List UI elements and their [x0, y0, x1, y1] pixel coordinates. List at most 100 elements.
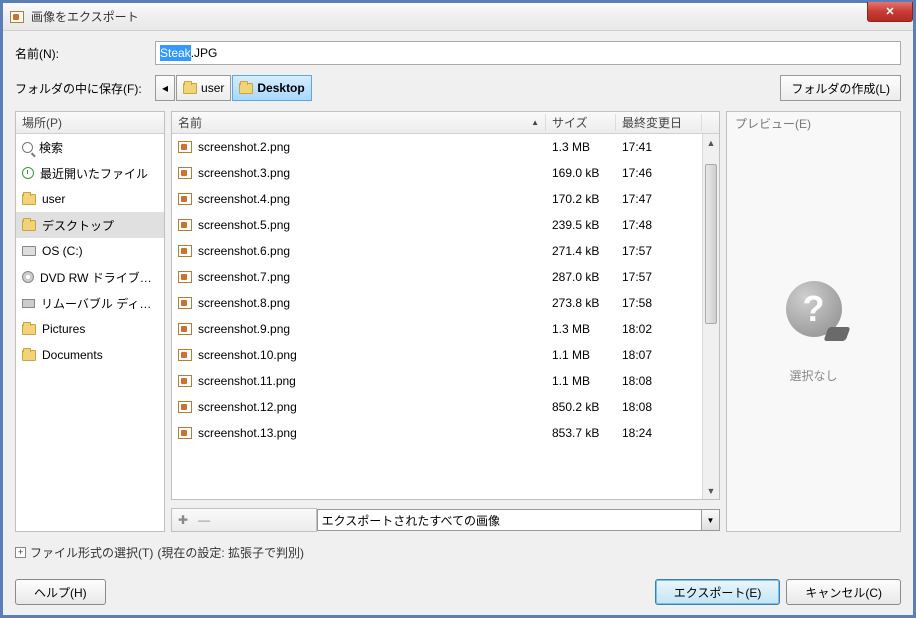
path-crumb-desktop[interactable]: Desktop	[232, 75, 311, 101]
sort-ascending-icon: ▲	[531, 118, 539, 127]
save-in-label: フォルダの中に保存(F):	[15, 80, 155, 97]
file-type-filter[interactable]: エクスポートされたすべての画像 ▼	[317, 509, 720, 531]
save-in-row: フォルダの中に保存(F): ◂ userDesktop フォルダの作成(L)	[15, 75, 901, 101]
file-size: 287.0 kB	[546, 270, 616, 284]
titlebar[interactable]: 画像をエクスポート ✕	[3, 3, 913, 31]
file-row[interactable]: screenshot.8.png273.8 kB17:58	[172, 290, 702, 316]
search-icon	[22, 142, 33, 153]
column-modified[interactable]: 最終変更日	[616, 114, 702, 131]
file-row[interactable]: screenshot.6.png271.4 kB17:57	[172, 238, 702, 264]
cancel-button[interactable]: キャンセル(C)	[786, 579, 901, 605]
place-item[interactable]: リムーバブル ディ…	[16, 290, 164, 316]
place-item[interactable]: 検索	[16, 134, 164, 160]
file-row[interactable]: screenshot.3.png169.0 kB17:46	[172, 160, 702, 186]
path-back-button[interactable]: ◂	[155, 75, 175, 101]
place-label: Pictures	[42, 322, 85, 336]
file-name: screenshot.2.png	[198, 140, 290, 154]
file-date: 18:08	[616, 374, 702, 388]
file-format-row[interactable]: + ファイル形式の選択(T) (現在の設定: 拡張子で判別)	[15, 544, 901, 561]
place-item[interactable]: user	[16, 186, 164, 212]
image-file-icon	[178, 349, 192, 361]
file-row[interactable]: screenshot.10.png1.1 MB18:07	[172, 342, 702, 368]
export-button[interactable]: エクスポート(E)	[655, 579, 781, 605]
image-file-icon	[178, 167, 192, 179]
column-name[interactable]: 名前 ▲	[172, 114, 546, 131]
chevron-left-icon: ◂	[162, 81, 168, 95]
scroll-up-icon[interactable]: ▲	[703, 134, 719, 151]
scroll-thumb[interactable]	[705, 164, 717, 324]
usb-icon	[22, 299, 35, 308]
remove-place-button[interactable]: —	[198, 513, 210, 527]
file-row[interactable]: screenshot.12.png850.2 kB18:08	[172, 394, 702, 420]
preview-body: ? 選択なし	[727, 134, 900, 531]
folder-icon	[22, 324, 36, 335]
expander-icon[interactable]: +	[15, 547, 26, 558]
file-format-current: (現在の設定: 拡張子で判別)	[157, 544, 304, 561]
folder-icon	[22, 220, 36, 231]
clock-icon	[22, 167, 34, 179]
help-button[interactable]: ヘルプ(H)	[15, 579, 106, 605]
place-item[interactable]: Pictures	[16, 316, 164, 342]
image-file-icon	[178, 427, 192, 439]
file-row[interactable]: screenshot.7.png287.0 kB17:57	[172, 264, 702, 290]
file-name: screenshot.8.png	[198, 296, 290, 310]
image-file-icon	[178, 375, 192, 387]
file-date: 17:57	[616, 270, 702, 284]
file-name: screenshot.9.png	[198, 322, 290, 336]
place-item[interactable]: Documents	[16, 342, 164, 368]
vertical-scrollbar[interactable]: ▲ ▼	[702, 134, 719, 499]
file-date: 17:57	[616, 244, 702, 258]
export-dialog: 画像をエクスポート ✕ 名前(N): Steak.JPG フォルダの中に保存(F…	[2, 2, 914, 616]
image-file-icon	[178, 193, 192, 205]
place-label: Documents	[42, 348, 103, 362]
file-row[interactable]: screenshot.13.png853.7 kB18:24	[172, 420, 702, 446]
add-place-button[interactable]: ✚	[178, 513, 188, 527]
scroll-down-icon[interactable]: ▼	[703, 482, 719, 499]
filename-selection: Steak	[160, 45, 191, 61]
places-header[interactable]: 場所(P)	[16, 112, 164, 134]
file-date: 18:07	[616, 348, 702, 362]
place-label: リムーバブル ディ…	[41, 295, 151, 312]
file-row[interactable]: screenshot.9.png1.3 MB18:02	[172, 316, 702, 342]
file-list: 名前 ▲ サイズ 最終変更日 screenshot.2.png1.3 MB17:…	[171, 111, 720, 500]
question-icon: ?	[786, 281, 842, 337]
button-row: ヘルプ(H) エクスポート(E) キャンセル(C)	[15, 579, 901, 605]
filename-input[interactable]: Steak.JPG	[155, 41, 901, 65]
close-button[interactable]: ✕	[867, 2, 913, 22]
place-item[interactable]: 最近開いたファイル	[16, 160, 164, 186]
file-name: screenshot.10.png	[198, 348, 297, 362]
image-file-icon	[178, 401, 192, 413]
window-title: 画像をエクスポート	[31, 8, 139, 25]
file-size: 170.2 kB	[546, 192, 616, 206]
file-date: 17:47	[616, 192, 702, 206]
filter-selected-label: エクスポートされたすべての画像	[322, 512, 500, 529]
path-crumb-user[interactable]: user	[176, 75, 231, 101]
file-name: screenshot.13.png	[198, 426, 297, 440]
file-row[interactable]: screenshot.5.png239.5 kB17:48	[172, 212, 702, 238]
dropdown-icon: ▼	[701, 510, 719, 530]
disc-icon	[22, 271, 34, 283]
file-date: 17:41	[616, 140, 702, 154]
place-item[interactable]: デスクトップ	[16, 212, 164, 238]
places-list: 検索最近開いたファイルuserデスクトップOS (C:) DVD RW ドライブ……	[16, 134, 164, 531]
filter-row: ✚ — エクスポートされたすべての画像 ▼	[171, 508, 720, 532]
file-date: 18:24	[616, 426, 702, 440]
create-folder-button[interactable]: フォルダの作成(L)	[780, 75, 901, 101]
file-size: 239.5 kB	[546, 218, 616, 232]
folder-icon	[183, 83, 197, 94]
image-file-icon	[178, 141, 192, 153]
file-list-body[interactable]: screenshot.2.png1.3 MB17:41screenshot.3.…	[172, 134, 719, 499]
folder-icon	[22, 350, 36, 361]
place-item[interactable]: OS (C:)	[16, 238, 164, 264]
file-row[interactable]: screenshot.2.png1.3 MB17:41	[172, 134, 702, 160]
file-size: 1.1 MB	[546, 374, 616, 388]
file-name: screenshot.3.png	[198, 166, 290, 180]
file-row[interactable]: screenshot.11.png1.1 MB18:08	[172, 368, 702, 394]
column-size[interactable]: サイズ	[546, 114, 616, 131]
place-item[interactable]: DVD RW ドライブ…	[16, 264, 164, 290]
filename-label: 名前(N):	[15, 45, 155, 62]
file-row[interactable]: screenshot.4.png170.2 kB17:47	[172, 186, 702, 212]
file-date: 17:58	[616, 296, 702, 310]
image-file-icon	[178, 245, 192, 257]
place-label: DVD RW ドライブ…	[40, 269, 152, 286]
